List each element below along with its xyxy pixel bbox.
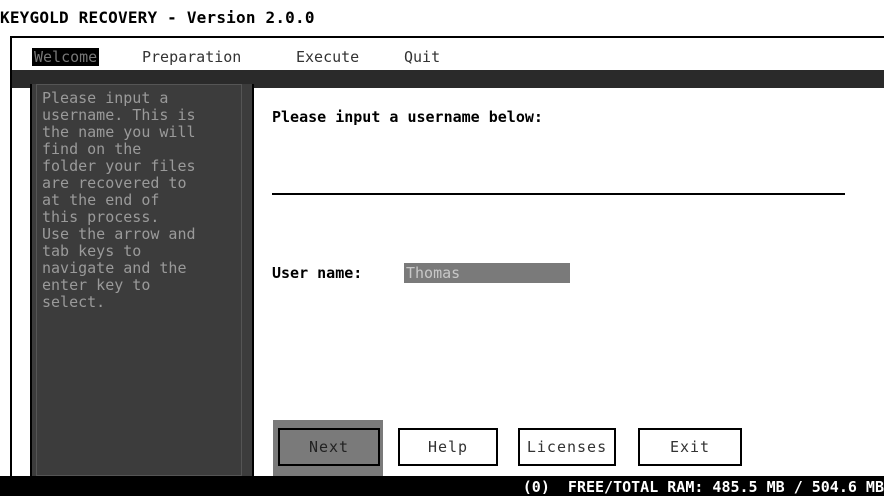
help-text-line: enter key to: [42, 276, 151, 294]
menu-item-welcome[interactable]: Welcome: [32, 48, 100, 66]
help-text-line: select.: [42, 293, 106, 311]
menu-item-execute[interactable]: Execute: [296, 48, 359, 66]
title-bar: KEYGOLD RECOVERY - Version 2.0.0: [0, 0, 884, 36]
help-text-line: the name you will: [42, 123, 196, 141]
exit-button[interactable]: Exit: [638, 428, 742, 466]
help-text-line: find on the: [42, 140, 142, 158]
help-button[interactable]: Help: [398, 428, 498, 466]
help-text-line: Please input a: [42, 89, 169, 107]
status-ram-readout: (0) FREE/TOTAL RAM: 485.5 MB / 504.6 MB: [522, 478, 884, 496]
help-text-line: are recovered to: [42, 174, 187, 192]
help-text-line: at the end of: [42, 191, 160, 209]
username-label: User name:: [272, 264, 363, 282]
divider-line: [272, 193, 845, 195]
help-text-line: navigate and the: [42, 259, 187, 277]
help-text-line: tab keys to: [42, 242, 142, 260]
page-prompt: Please input a username below:: [272, 108, 543, 126]
help-text-line: username. This is: [42, 106, 196, 124]
help-text-line: folder your files: [42, 157, 196, 175]
frame-left-border: [10, 36, 12, 496]
next-button[interactable]: Next: [278, 428, 380, 466]
licenses-button[interactable]: Licenses: [518, 428, 616, 466]
help-text-line: this process.: [42, 208, 160, 226]
menu-item-preparation[interactable]: Preparation: [142, 48, 241, 66]
help-text-line: Use the arrow and: [42, 225, 196, 243]
username-input[interactable]: [404, 263, 570, 283]
menu-item-quit[interactable]: Quit: [404, 48, 440, 66]
window-title: KEYGOLD RECOVERY - Version 2.0.0: [0, 8, 315, 27]
